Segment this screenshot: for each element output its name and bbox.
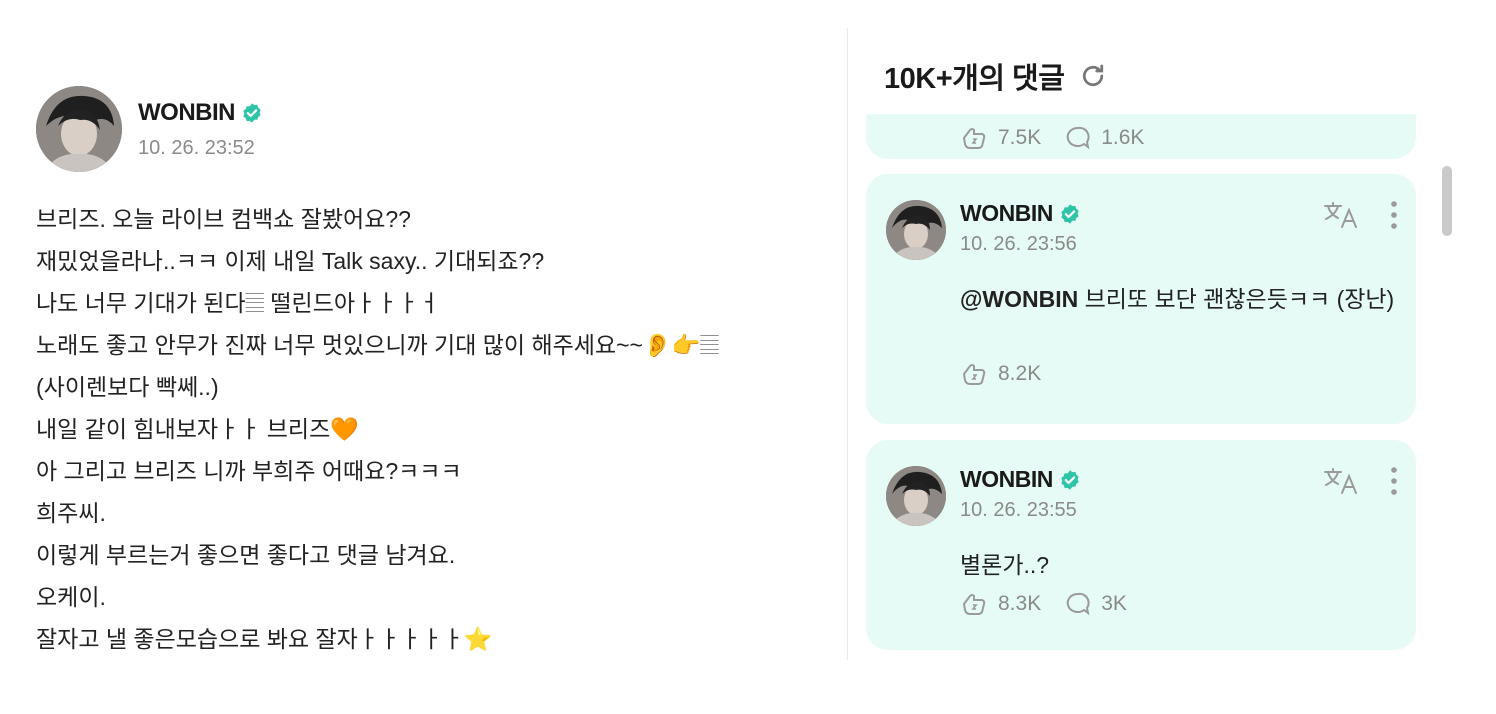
- comment-text: 별론가..?: [960, 552, 1050, 578]
- like-count: 8.2K: [998, 362, 1042, 385]
- comment-timestamp: 10. 26. 23:55: [960, 499, 1077, 521]
- comment-tools: [1322, 466, 1398, 496]
- comments-list[interactable]: 7.5K 1.6K WONBIN 10. 26. 23:56 @WONBIN 브…: [866, 114, 1418, 659]
- like-count: 7.5K: [998, 126, 1042, 149]
- comment-card: WONBIN 10. 26. 23:56 @WONBIN 브리또 보단 괜찮은듯…: [866, 174, 1416, 424]
- author-row: WONBIN: [960, 200, 1081, 227]
- post-header: WONBIN 10. 26. 23:52: [36, 86, 836, 172]
- author-row: WONBIN: [138, 99, 263, 127]
- comment-author[interactable]: WONBIN: [960, 466, 1053, 493]
- comment-stats: 8.2K: [960, 360, 1041, 388]
- post-line: 내일 같이 힘내보자ㅏㅏ 브리즈🧡: [36, 416, 359, 442]
- verified-badge-icon: [241, 102, 263, 124]
- reply-stat[interactable]: 1.6K: [1063, 124, 1144, 152]
- post-timestamp: 10. 26. 23:52: [138, 136, 255, 159]
- comment-text: @WONBIN 브리또 보단 괜찮은듯ㅋㅋ (장난): [960, 280, 1400, 318]
- more-vertical-icon[interactable]: [1390, 200, 1398, 230]
- comment-stats: 7.5K 1.6K: [960, 124, 1144, 152]
- comment-author[interactable]: WONBIN: [960, 200, 1053, 227]
- author-row: WONBIN: [960, 466, 1081, 493]
- panel-divider: [847, 28, 848, 660]
- comment-header: WONBIN 10. 26. 23:55: [886, 466, 1081, 526]
- reply-count: 1.6K: [1101, 126, 1145, 149]
- reply-stat[interactable]: 3K: [1063, 590, 1127, 618]
- like-stat[interactable]: 8.2K: [960, 360, 1041, 388]
- comments-title: 10K+개의 댓글: [884, 63, 1065, 95]
- translate-icon[interactable]: [1322, 466, 1360, 496]
- reply-count: 3K: [1101, 592, 1127, 615]
- post: WONBIN 10. 26. 23:52 브리즈. 오늘 라이브 컴백쇼 잘봤어…: [36, 86, 836, 660]
- like-icon: [962, 128, 986, 149]
- comment-avatar[interactable]: [886, 200, 946, 260]
- comment-mention[interactable]: @WONBIN: [960, 286, 1078, 312]
- comment-meta: WONBIN 10. 26. 23:56: [960, 200, 1081, 256]
- post-line: (사이렌보다 빡쎄..): [36, 374, 219, 400]
- like-stat[interactable]: 7.5K: [960, 124, 1041, 152]
- comment-header: WONBIN 10. 26. 23:56: [886, 200, 1081, 260]
- comments-header: 10K+개의 댓글: [884, 55, 1108, 97]
- post-body: 브리즈. 오늘 라이브 컴백쇼 잘봤어요?? 재밌었을라나..ㅋㅋ 이제 내일 …: [36, 198, 836, 660]
- translate-icon[interactable]: [1322, 200, 1360, 230]
- post-line: 나도 너무 기대가 된다𝄚 떨린드아ㅏㅏㅏㅓ: [36, 290, 440, 316]
- post-line: 이렇게 부르는거 좋으면 좋다고 댓글 남겨요.: [36, 542, 456, 568]
- comment-card: 7.5K 1.6K: [866, 114, 1416, 159]
- post-line: 희주씨.: [36, 500, 106, 526]
- refresh-icon[interactable]: [1078, 61, 1108, 91]
- more-vertical-icon[interactable]: [1390, 466, 1398, 496]
- comment-timestamp: 10. 26. 23:56: [960, 233, 1077, 255]
- comments-scrollbar[interactable]: [1442, 166, 1452, 236]
- post-line: 잘자고 낼 좋은모습으로 봐요 잘자ㅏㅏㅏㅏㅏ⭐: [36, 626, 493, 652]
- reply-bubble-icon: [1066, 592, 1090, 616]
- like-icon: [962, 364, 986, 385]
- post-meta: WONBIN 10. 26. 23:52: [138, 99, 263, 160]
- reply-bubble-icon: [1066, 126, 1090, 150]
- like-icon: [962, 594, 986, 615]
- comment-body: 브리또 보단 괜찮은듯ㅋㅋ (장난): [1078, 286, 1395, 312]
- comment-avatar[interactable]: [886, 466, 946, 526]
- post-line: 아 그리고 브리즈 니까 부희주 어때요?ㅋㅋㅋ: [36, 458, 462, 484]
- comment-meta: WONBIN 10. 26. 23:55: [960, 466, 1081, 522]
- like-count: 8.3K: [998, 592, 1042, 615]
- post-line: 노래도 좋고 안무가 진짜 너무 멋있으니까 기대 많이 해주세요~~👂👉𝄚: [36, 332, 719, 358]
- author-avatar[interactable]: [36, 86, 122, 172]
- post-line: 재밌었을라나..ㅋㅋ 이제 내일 Talk saxy.. 기대되죠??: [36, 248, 545, 274]
- comment-card: WONBIN 10. 26. 23:55 별론가..? 8.3K 3K: [866, 440, 1416, 650]
- author-name[interactable]: WONBIN: [138, 99, 235, 127]
- post-line: 브리즈. 오늘 라이브 컴백쇼 잘봤어요??: [36, 206, 411, 232]
- comment-stats: 8.3K 3K: [960, 590, 1127, 618]
- verified-badge-icon: [1059, 203, 1081, 225]
- verified-badge-icon: [1059, 469, 1081, 491]
- post-line: 오케이.: [36, 584, 106, 610]
- comment-tools: [1322, 200, 1398, 230]
- like-stat[interactable]: 8.3K: [960, 590, 1041, 618]
